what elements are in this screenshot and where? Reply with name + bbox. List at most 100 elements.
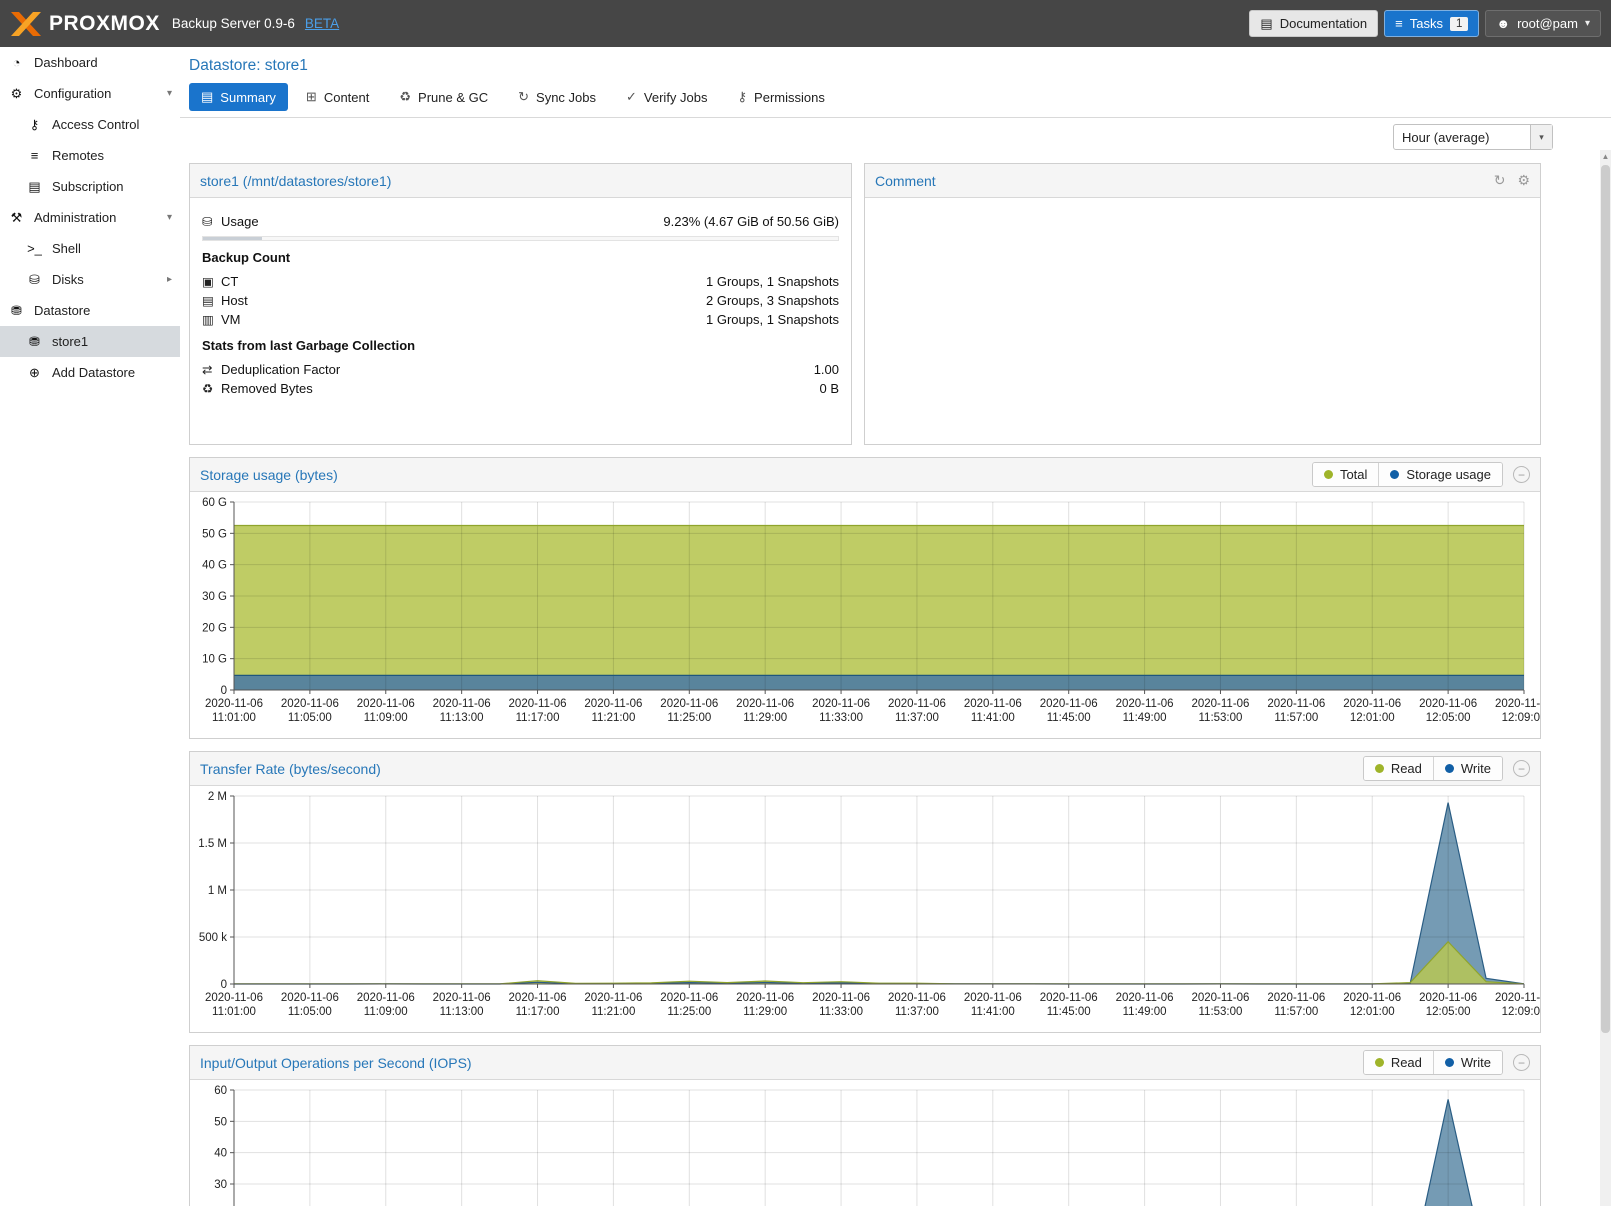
- svg-text:60 G: 60 G: [202, 497, 227, 509]
- legend-total[interactable]: Total: [1313, 463, 1378, 486]
- stat-row: ♻Removed Bytes0 B: [202, 379, 839, 398]
- tab-content[interactable]: ⊞Content: [294, 83, 381, 111]
- legend-read[interactable]: Read: [1364, 757, 1433, 780]
- svg-text:2020-11-0611:37:00: 2020-11-0611:37:00: [888, 992, 946, 1018]
- svg-text:2020-11-0611:21:00: 2020-11-0611:21:00: [584, 698, 642, 724]
- usage-label: Usage: [221, 214, 259, 229]
- tab-sync-jobs[interactable]: ↻Sync Jobs: [506, 83, 608, 111]
- user-menu-button[interactable]: ☻ root@pam ▾: [1485, 10, 1601, 37]
- page-title: Datastore: store1: [180, 47, 1611, 83]
- sidebar-item-remotes[interactable]: ≡Remotes: [0, 140, 180, 171]
- collapse-icon[interactable]: −: [1513, 1054, 1530, 1071]
- storage-icon: ⛁: [202, 214, 221, 229]
- svg-text:2020-11-0611:13:00: 2020-11-0611:13:00: [433, 992, 491, 1018]
- stat-value: 1 Groups, 1 Snapshots: [706, 274, 839, 289]
- tab-permissions[interactable]: ⚷Permissions: [726, 83, 837, 111]
- gear-icon[interactable]: ⚙: [1517, 172, 1530, 189]
- scrollbar-thumb[interactable]: [1601, 165, 1610, 1033]
- servers-icon: ≡: [26, 148, 43, 163]
- sidebar-item-add-datastore[interactable]: ⊕Add Datastore: [0, 357, 180, 388]
- svg-text:2020-11-0611:25:00: 2020-11-0611:25:00: [660, 992, 718, 1018]
- svg-text:2 M: 2 M: [208, 791, 227, 803]
- expander-caret-icon[interactable]: ▾: [167, 88, 172, 99]
- svg-text:30 G: 30 G: [202, 591, 227, 603]
- svg-text:50: 50: [214, 1116, 227, 1128]
- svg-text:2020-11-0611:25:00: 2020-11-0611:25:00: [660, 698, 718, 724]
- reload-icon[interactable]: ↻: [1494, 172, 1506, 189]
- trash-icon: ♻: [399, 89, 411, 105]
- svg-text:2020-11-0611:33:00: 2020-11-0611:33:00: [812, 698, 870, 724]
- compress-icon: ⇄: [202, 362, 221, 377]
- sidebar-item-store1[interactable]: ⛃store1: [0, 326, 180, 357]
- chart-panel-input-output-operations-per-second-iops: Input/Output Operations per Second (IOPS…: [189, 1045, 1541, 1206]
- svg-text:30: 30: [214, 1179, 227, 1191]
- svg-text:2020-11-0612:09:00: 2020-11-0612:09:00: [1495, 698, 1540, 724]
- building-icon: ▤: [202, 293, 221, 308]
- tab-verify-jobs[interactable]: ✓Verify Jobs: [614, 83, 720, 111]
- sidebar-item-datastore[interactable]: ⛃Datastore: [0, 295, 180, 326]
- sidebar-item-label: Subscription: [52, 179, 124, 194]
- legend-read[interactable]: Read: [1364, 1051, 1433, 1074]
- tab-label: Verify Jobs: [644, 90, 708, 105]
- collapse-icon[interactable]: −: [1513, 466, 1530, 483]
- sidebar-item-disks[interactable]: ⛁Disks▸: [0, 264, 180, 295]
- expander-caret-icon[interactable]: ▾: [167, 212, 172, 223]
- collapse-icon[interactable]: −: [1513, 760, 1530, 777]
- legend-label: Write: [1461, 761, 1491, 776]
- stat-label: Host: [221, 293, 248, 308]
- usage-value: 9.23% (4.67 GiB of 50.56 GiB): [663, 214, 839, 229]
- sidebar-item-label: store1: [52, 334, 88, 349]
- usage-progress-fill: [203, 237, 262, 240]
- svg-text:0: 0: [221, 685, 227, 697]
- usage-progressbar: [202, 236, 839, 241]
- expander-caret-icon[interactable]: ▸: [167, 274, 172, 285]
- tab-prune-gc[interactable]: ♻Prune & GC: [387, 83, 500, 111]
- timeframe-select[interactable]: Hour (average) ▾: [1393, 124, 1553, 150]
- sidebar-item-label: Datastore: [34, 303, 90, 318]
- svg-text:2020-11-0611:57:00: 2020-11-0611:57:00: [1267, 698, 1325, 724]
- legend-storage-usage[interactable]: Storage usage: [1378, 463, 1502, 486]
- sidebar-item-shell[interactable]: >_Shell: [0, 233, 180, 264]
- svg-text:50 G: 50 G: [202, 528, 227, 540]
- svg-text:2020-11-0611:01:00: 2020-11-0611:01:00: [205, 698, 263, 724]
- scroll-up-arrow[interactable]: ▲: [1600, 150, 1611, 163]
- stat-label: Removed Bytes: [221, 381, 313, 396]
- sidebar-item-label: Add Datastore: [52, 365, 135, 380]
- comment-panel-body[interactable]: [865, 198, 1540, 222]
- sidebar-item-configuration[interactable]: ⚙Configuration▾: [0, 78, 180, 109]
- documentation-button[interactable]: ▤ Documentation: [1249, 10, 1378, 37]
- sidebar-item-subscription[interactable]: ▤Subscription: [0, 171, 180, 202]
- book-icon: ▤: [1260, 16, 1272, 32]
- sidebar-item-label: Shell: [52, 241, 81, 256]
- user-label: root@pam: [1517, 16, 1578, 31]
- beta-link[interactable]: BETA: [305, 16, 339, 31]
- sidebar: ◔Dashboard⚙Configuration▾⚷Access Control…: [0, 47, 180, 1206]
- svg-text:2020-11-0612:01:00: 2020-11-0612:01:00: [1343, 698, 1401, 724]
- legend-label: Write: [1461, 1055, 1491, 1070]
- tab-summary[interactable]: ▤Summary: [189, 83, 288, 111]
- svg-text:2020-11-0611:09:00: 2020-11-0611:09:00: [357, 698, 415, 724]
- proxmox-x-icon: [10, 11, 42, 37]
- legend-write[interactable]: Write: [1433, 1051, 1502, 1074]
- chart-legend: Total Storage usage: [1312, 462, 1503, 487]
- legend-write[interactable]: Write: [1433, 757, 1502, 780]
- book-icon: ▤: [201, 89, 213, 105]
- chart-panel-header: Input/Output Operations per Second (IOPS…: [190, 1046, 1540, 1080]
- legend-label: Total: [1340, 467, 1367, 482]
- stat-label: CT: [221, 274, 238, 289]
- stat-label: Deduplication Factor: [221, 362, 340, 377]
- comment-panel-tools: ↻ ⚙: [1494, 172, 1530, 189]
- sidebar-item-administration[interactable]: ⚒Administration▾: [0, 202, 180, 233]
- sidebar-item-dashboard[interactable]: ◔Dashboard: [0, 47, 180, 78]
- brand-text: PROXMOX: [49, 12, 160, 36]
- sidebar-item-label: Configuration: [34, 86, 111, 101]
- backup-count-heading: Backup Count: [202, 250, 839, 265]
- legend-dot-icon: [1375, 1058, 1384, 1067]
- svg-text:2020-11-0611:29:00: 2020-11-0611:29:00: [736, 992, 794, 1018]
- vertical-scrollbar[interactable]: ▲: [1600, 150, 1611, 1206]
- sidebar-item-access-control[interactable]: ⚷Access Control: [0, 109, 180, 140]
- tasks-button[interactable]: ≡ Tasks 1: [1384, 10, 1479, 37]
- charts-container: Storage usage (bytes)TotalStorage usage−…: [189, 457, 1611, 1206]
- svg-text:500 k: 500 k: [199, 932, 227, 944]
- proxmox-logo: PROXMOX: [10, 11, 160, 37]
